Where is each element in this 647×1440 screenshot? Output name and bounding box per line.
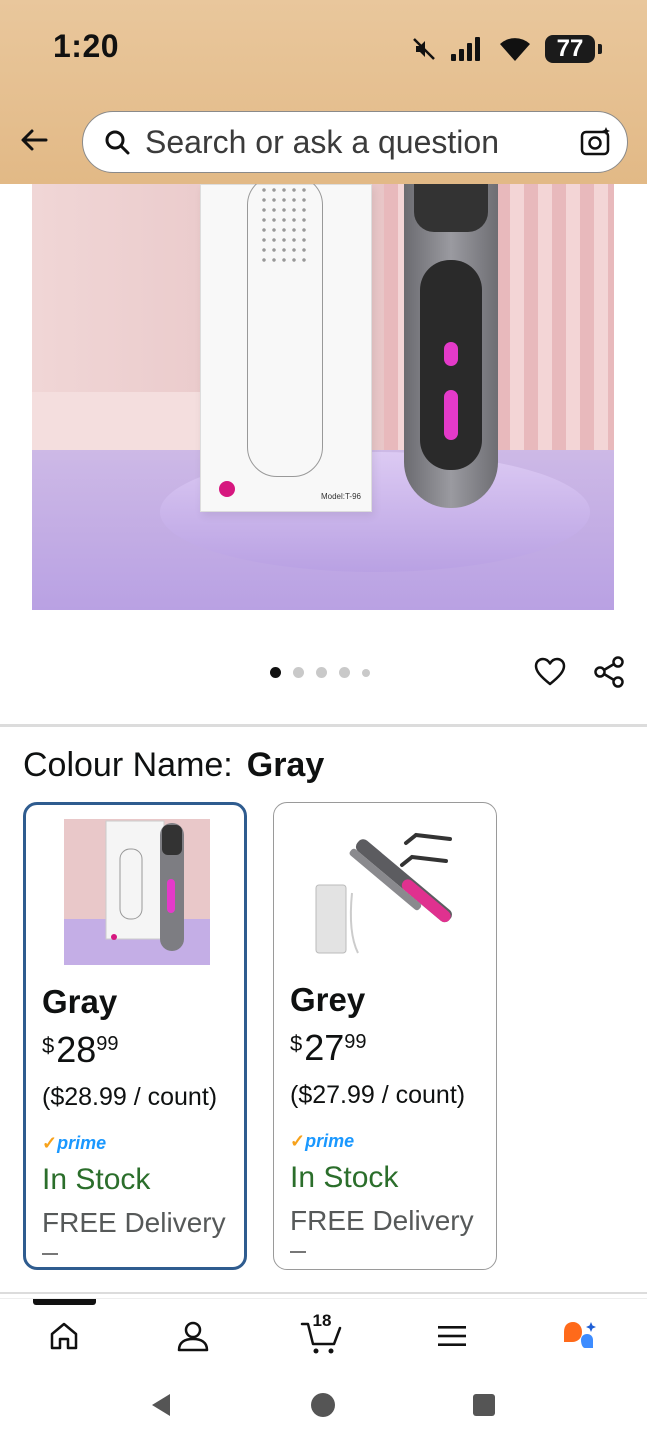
variant-name: Gray	[42, 983, 118, 1020]
nav-home[interactable]	[34, 1313, 94, 1359]
mute-icon	[413, 38, 435, 60]
variant-thumbnail	[64, 819, 210, 965]
signal-icon	[451, 37, 480, 61]
rufus-icon	[564, 1322, 596, 1348]
variant-price: $2799	[290, 1027, 367, 1068]
variant-name: Grey	[290, 981, 366, 1018]
product-main-image[interactable]: Model:T-96	[32, 184, 614, 610]
carousel-dot-4[interactable]	[339, 667, 350, 678]
app-header: 1:20 77 Search or ask a question	[0, 0, 647, 184]
cart-count: 18	[312, 1311, 332, 1330]
carousel-dot-1[interactable]	[270, 667, 281, 678]
nav-account[interactable]	[163, 1313, 223, 1359]
colour-name-row: Colour Name: Gray	[23, 746, 324, 785]
account-icon	[177, 1321, 209, 1352]
back-arrow-icon[interactable]	[16, 122, 52, 158]
variant-thumbnail	[312, 813, 458, 959]
system-navigation-bar	[0, 1370, 647, 1440]
system-home-icon[interactable]	[311, 1393, 335, 1417]
wifi-icon	[500, 38, 530, 61]
status-time: 1:20	[53, 28, 120, 64]
stock-status: In Stock	[42, 1163, 151, 1196]
share-icon[interactable]	[592, 655, 626, 689]
camera-icon[interactable]	[579, 125, 613, 159]
search-icon	[105, 130, 130, 155]
colour-label: Colour Name:	[23, 746, 233, 784]
section-divider	[0, 724, 647, 727]
colour-value: Gray	[246, 746, 325, 784]
nav-cart[interactable]: 18	[292, 1311, 352, 1359]
variant-unit-price: ($27.99 / count)	[290, 1081, 466, 1109]
system-back-icon[interactable]	[148, 1392, 174, 1418]
variant-card-gray[interactable]: Gray $2899 ($28.99 / count) ✓prime In St…	[23, 802, 247, 1270]
menu-icon	[438, 1326, 466, 1346]
carousel-dot-2[interactable]	[293, 667, 304, 678]
status-icons: 77	[411, 32, 602, 66]
image-carousel-controls	[0, 640, 647, 710]
delivery-text: FREE Delivery	[42, 1207, 226, 1238]
carousel-dot-3[interactable]	[316, 667, 327, 678]
home-icon	[50, 1322, 78, 1350]
stock-status: In Stock	[290, 1161, 399, 1194]
prime-badge: ✓prime	[290, 1131, 355, 1151]
variant-unit-price: ($28.99 / count)	[42, 1083, 218, 1111]
active-tab-indicator	[33, 1299, 96, 1305]
battery-icon: 77	[545, 35, 602, 63]
search-input[interactable]: Search or ask a question	[82, 111, 628, 173]
variant-card-grey[interactable]: Grey $2799 ($27.99 / count) ✓prime In St…	[273, 802, 497, 1270]
system-recents-icon[interactable]	[473, 1394, 495, 1416]
delivery-text: FREE Delivery	[290, 1205, 474, 1236]
carousel-dot-5[interactable]	[362, 668, 370, 677]
bottom-divider	[0, 1292, 647, 1294]
model-label: Model:T-96	[320, 492, 361, 501]
heart-icon[interactable]	[533, 655, 567, 689]
variant-price: $2899	[42, 1029, 119, 1070]
product-device	[404, 184, 498, 508]
product-box: Model:T-96	[200, 184, 372, 512]
search-placeholder: Search or ask a question	[145, 123, 499, 160]
bottom-navigation: 18	[0, 1298, 647, 1371]
prime-badge: ✓prime	[42, 1133, 107, 1153]
nav-rufus[interactable]	[551, 1313, 611, 1359]
nav-menu[interactable]	[422, 1313, 482, 1359]
battery-level: 77	[556, 35, 584, 62]
carousel-dots	[270, 667, 370, 678]
